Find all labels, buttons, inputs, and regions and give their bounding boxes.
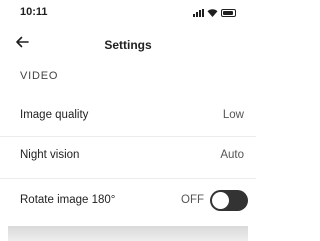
status-time: 10:11 xyxy=(20,6,48,18)
signal-icon xyxy=(193,9,204,17)
night-vision-value: Auto xyxy=(220,149,244,161)
rotate-image-state: OFF xyxy=(181,194,204,206)
header: Settings xyxy=(0,28,256,56)
section-title: VIDEO xyxy=(20,70,59,82)
night-vision-label: Night vision xyxy=(20,149,80,161)
battery-icon xyxy=(221,9,236,17)
wifi-icon xyxy=(207,9,218,17)
night-vision-row[interactable]: Night vision Auto xyxy=(0,137,256,179)
image-quality-value: Low xyxy=(222,109,244,121)
status-bar: 10:11 xyxy=(0,0,256,22)
rotate-image-row: Rotate image 180° OFF xyxy=(0,178,256,222)
rotate-image-toggle[interactable] xyxy=(210,190,248,211)
bottom-divider xyxy=(8,226,248,241)
image-quality-label: Image quality xyxy=(20,109,89,121)
toggle-knob xyxy=(212,192,229,209)
image-quality-row[interactable]: Image quality Low xyxy=(0,96,256,137)
page-title: Settings xyxy=(104,38,152,52)
status-icons xyxy=(193,8,236,17)
rotate-image-label: Rotate image 180° xyxy=(20,194,116,206)
